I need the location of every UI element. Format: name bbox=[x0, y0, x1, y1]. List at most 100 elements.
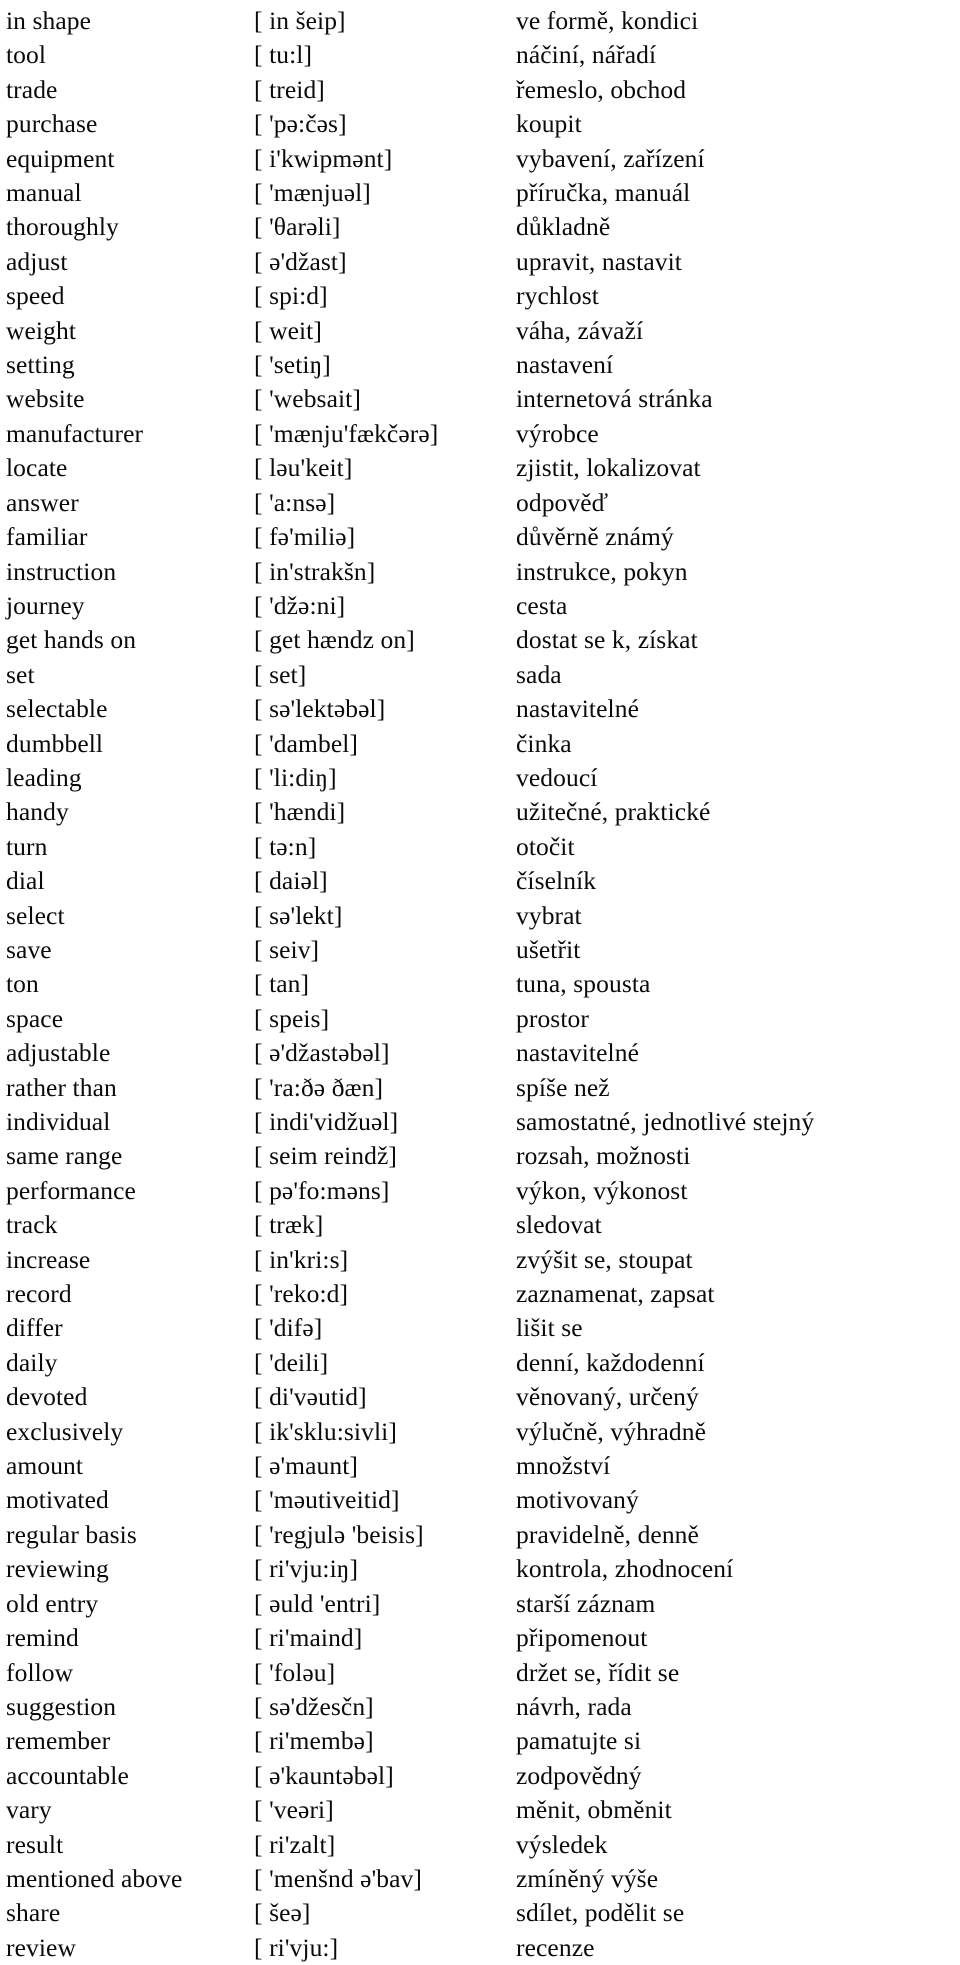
term-cell: dumbbell bbox=[6, 728, 104, 758]
phonetic-cell: [ 'θarəli] bbox=[254, 212, 341, 242]
vocabulary-row: vary [ 'veəri] měnit, obměnit bbox=[6, 1793, 954, 1827]
translation-cell: kontrola, zhodnocení bbox=[516, 1554, 734, 1584]
term-cell: motivated bbox=[6, 1485, 109, 1515]
vocabulary-row: old entry [ əuld 'entri] starší záznam bbox=[6, 1587, 954, 1621]
vocabulary-row: set [ set] sada bbox=[6, 658, 954, 692]
translation-cell: připomenout bbox=[516, 1623, 648, 1653]
vocabulary-row: weight [ weit] váha, závaží bbox=[6, 314, 954, 348]
phonetic-cell: [ ri'zalt] bbox=[254, 1829, 336, 1859]
term-cell: review bbox=[6, 1932, 76, 1962]
vocabulary-sheet: in shape [ in šeip] ve formě, kondici tool [… bbox=[0, 0, 960, 1965]
translation-cell: vybrat bbox=[516, 900, 582, 930]
term-cell: instruction bbox=[6, 556, 117, 586]
vocabulary-row: suggestion [ sə'džesčn] návrh, rada bbox=[6, 1690, 954, 1724]
term-cell: familiar bbox=[6, 522, 88, 552]
translation-cell: zjistit, lokalizovat bbox=[516, 453, 701, 483]
phonetic-cell: [ get hændz on] bbox=[254, 625, 415, 655]
vocabulary-row: familiar [ fə'miliə] důvěrně známý bbox=[6, 520, 954, 554]
translation-cell: dostat se k, získat bbox=[516, 625, 698, 655]
vocabulary-row: locate [ ləu'keit] zjistit, lokalizovat bbox=[6, 451, 954, 485]
vocabulary-row: dumbbell [ 'dambel] činka bbox=[6, 727, 954, 761]
term-cell: same range bbox=[6, 1141, 123, 1171]
vocabulary-row: leading [ 'li:diŋ] vedoucí bbox=[6, 761, 954, 795]
translation-cell: důkladně bbox=[516, 212, 611, 242]
phonetic-cell: [ pə'fo:məns] bbox=[254, 1175, 390, 1205]
translation-cell: tuna, spousta bbox=[516, 969, 651, 999]
translation-cell: nastavitelné bbox=[516, 694, 639, 724]
phonetic-cell: [ 'pə:čəs] bbox=[254, 109, 347, 139]
translation-cell: měnit, obměnit bbox=[516, 1795, 672, 1825]
term-cell: in shape bbox=[6, 6, 92, 35]
phonetic-cell: [ weit] bbox=[254, 315, 322, 345]
term-cell: adjustable bbox=[6, 1038, 111, 1068]
translation-cell: sledovat bbox=[516, 1210, 602, 1240]
phonetic-cell: [ 'veəri] bbox=[254, 1795, 334, 1825]
translation-cell: denní, každodenní bbox=[516, 1347, 705, 1377]
phonetic-cell: [ 'difə] bbox=[254, 1313, 323, 1343]
vocabulary-row: result [ ri'zalt] výsledek bbox=[6, 1828, 954, 1862]
vocabulary-row: devoted [ di'vəutid] věnovaný, určený bbox=[6, 1380, 954, 1414]
term-cell: suggestion bbox=[6, 1691, 117, 1721]
vocabulary-row: follow [ 'foləu] držet se, řídit se bbox=[6, 1656, 954, 1690]
term-cell: adjust bbox=[6, 246, 68, 276]
translation-cell: instrukce, pokyn bbox=[516, 556, 688, 586]
term-cell: save bbox=[6, 934, 52, 964]
translation-cell: držet se, řídit se bbox=[516, 1657, 680, 1687]
phonetic-cell: [ ri'vju:iŋ] bbox=[254, 1554, 359, 1584]
phonetic-cell: [ seim reindž] bbox=[254, 1141, 398, 1171]
translation-cell: pamatujte si bbox=[516, 1726, 642, 1756]
vocabulary-row: increase [ in'kri:s] zvýšit se, stoupat bbox=[6, 1243, 954, 1277]
phonetic-cell: [ 'hændi] bbox=[254, 797, 346, 827]
phonetic-cell: [ spi:d] bbox=[254, 281, 328, 311]
translation-cell: zmíněný výše bbox=[516, 1863, 659, 1893]
vocabulary-row: trade [ treid] řemeslo, obchod bbox=[6, 73, 954, 107]
term-cell: selectable bbox=[6, 694, 108, 724]
vocabulary-row: daily [ 'deili] denní, každodenní bbox=[6, 1346, 954, 1380]
term-cell: follow bbox=[6, 1657, 74, 1687]
translation-cell: ve formě, kondici bbox=[516, 6, 699, 35]
phonetic-cell: [ 'menšnd ə'bav] bbox=[254, 1863, 422, 1893]
translation-cell: koupit bbox=[516, 109, 582, 139]
phonetic-cell: [ 'foləu] bbox=[254, 1657, 336, 1687]
vocabulary-row: individual [ indi'vidžuəl] samostatné, jed… bbox=[6, 1105, 954, 1139]
translation-cell: číselník bbox=[516, 866, 597, 896]
vocabulary-row: thoroughly [ 'θarəli] důkladně bbox=[6, 210, 954, 244]
phonetic-cell: [ in'strakšn] bbox=[254, 556, 376, 586]
term-cell: individual bbox=[6, 1107, 111, 1136]
term-cell: remind bbox=[6, 1623, 79, 1653]
vocabulary-row: track [ træk] sledovat bbox=[6, 1208, 954, 1242]
term-cell: space bbox=[6, 1003, 64, 1033]
vocabulary-row: speed [ spi:d] rychlost bbox=[6, 279, 954, 313]
phonetic-cell: [ sə'džesčn] bbox=[254, 1691, 374, 1721]
phonetic-cell: [ sə'lekt] bbox=[254, 900, 343, 930]
phonetic-cell: [ 'ra:ðə ðæn] bbox=[254, 1072, 384, 1102]
vocabulary-row: amount [ ə'maunt] množství bbox=[6, 1449, 954, 1483]
translation-cell: zaznamenat, zapsat bbox=[516, 1279, 715, 1309]
vocabulary-row: handy [ 'hændi] užitečné, praktické bbox=[6, 795, 954, 829]
phonetic-cell: [ indi'vidžuəl] bbox=[254, 1107, 399, 1136]
term-cell: ton bbox=[6, 969, 39, 999]
phonetic-cell: [ in'kri:s] bbox=[254, 1244, 349, 1274]
translation-cell: zodpovědný bbox=[516, 1760, 642, 1790]
phonetic-cell: [ fə'miliə] bbox=[254, 522, 356, 552]
term-cell: mentioned above bbox=[6, 1863, 183, 1893]
term-cell: journey bbox=[6, 590, 85, 620]
term-cell: devoted bbox=[6, 1382, 88, 1412]
term-cell: dial bbox=[6, 866, 45, 896]
translation-cell: internetová stránka bbox=[516, 384, 713, 414]
vocabulary-row: review [ ri'vju:] recenze bbox=[6, 1931, 954, 1965]
vocabulary-row: selectable [ sə'lektəbəl] nastavitelné bbox=[6, 692, 954, 726]
term-cell: setting bbox=[6, 350, 75, 380]
phonetic-cell: [ træk] bbox=[254, 1210, 324, 1240]
phonetic-cell: [ 'džə:ni] bbox=[254, 590, 346, 620]
vocabulary-row: manufacturer [ 'mænju'fækčərə] výrobce bbox=[6, 417, 954, 451]
term-cell: trade bbox=[6, 74, 58, 104]
vocabulary-row: same range [ seim reindž] rozsah, možnosti bbox=[6, 1139, 954, 1173]
phonetic-cell: [ ə'kauntəbəl] bbox=[254, 1760, 394, 1790]
vocabulary-row: get hands on [ get hændz on] dostat se k, … bbox=[6, 623, 954, 657]
translation-cell: upravit, nastavit bbox=[516, 246, 682, 276]
term-cell: handy bbox=[6, 797, 69, 827]
term-cell: set bbox=[6, 659, 35, 689]
term-cell: performance bbox=[6, 1175, 136, 1205]
vocabulary-row: turn [ tə:n] otočit bbox=[6, 830, 954, 864]
